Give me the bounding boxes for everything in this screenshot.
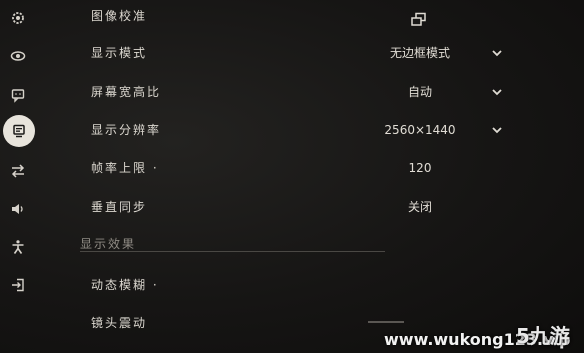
setting-row-aspect-ratio[interactable]: 屏幕宽高比 自动 (0, 80, 584, 104)
setting-row-display-mode[interactable]: 显示模式 无边框模式 (0, 41, 584, 65)
aspect-ratio-value[interactable]: 自动 (360, 80, 480, 104)
chevron-down-icon[interactable] (491, 47, 503, 59)
display-mode-label: 显示模式 (91, 46, 148, 60)
resolution-value[interactable]: 2560×1440 (360, 118, 480, 142)
resolution-label: 显示分辨率 (91, 123, 162, 137)
vsync-label: 垂直同步 (91, 200, 148, 214)
aspect-ratio-label: 屏幕宽高比 (91, 85, 162, 99)
setting-row-vsync[interactable]: 垂直同步 关闭 (0, 195, 584, 219)
copy-windows-icon[interactable] (410, 12, 428, 28)
motion-blur-label: 动态模糊 · (91, 278, 159, 292)
vsync-value[interactable]: 关闭 (360, 195, 480, 219)
chevron-down-icon[interactable] (491, 86, 503, 98)
setting-row-frame-limit[interactable]: 帧率上限 · 120 (0, 156, 584, 180)
display-mode-value[interactable]: 无边框模式 (360, 41, 480, 65)
setting-row-calibration[interactable]: 图像校准 (0, 4, 584, 28)
watermark-logo: 5九游 (516, 324, 570, 348)
accessibility-person-icon[interactable] (4, 233, 32, 261)
frame-limit-value[interactable]: 120 (360, 156, 480, 180)
camera-shake-label: 镜头震动 (91, 316, 148, 330)
chevron-down-icon[interactable] (491, 124, 503, 136)
frame-limit-label: 帧率上限 · (91, 161, 159, 175)
setting-row-resolution[interactable]: 显示分辨率 2560×1440 (0, 118, 584, 142)
camera-shake-slider[interactable] (368, 321, 404, 323)
calibration-label: 图像校准 (91, 9, 148, 23)
section-divider (80, 251, 385, 252)
setting-row-motion-blur[interactable]: 动态模糊 · (0, 273, 584, 297)
